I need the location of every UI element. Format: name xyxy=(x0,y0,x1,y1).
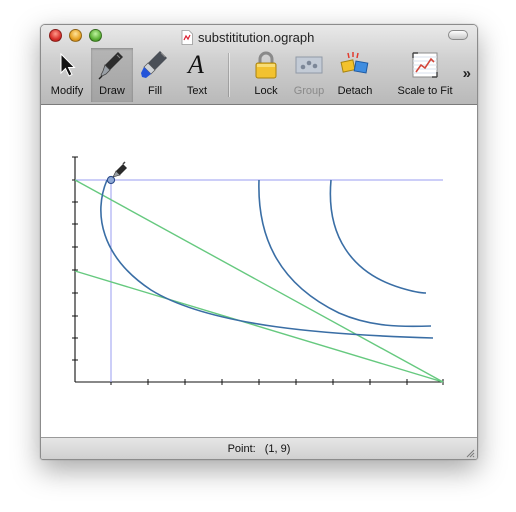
toolbar-toggle-button[interactable] xyxy=(448,30,468,40)
group-button[interactable]: Group xyxy=(289,48,329,102)
modify-tool-button[interactable]: Modify xyxy=(47,48,87,102)
status-label: Point: xyxy=(227,443,256,455)
indifference-curve-1[interactable] xyxy=(100,179,434,339)
scale-to-fit-label: Scale to Fit xyxy=(397,85,453,97)
app-window: substititution.ograph Modify Draw Fill A… xyxy=(40,24,478,460)
toolbar-overflow-button[interactable]: » xyxy=(463,65,471,82)
toolbar-separator xyxy=(228,53,229,97)
group-label: Group xyxy=(293,85,325,97)
lock-button[interactable]: Lock xyxy=(246,48,286,102)
arrow-pointer-icon xyxy=(50,48,84,82)
detach-button[interactable]: Detach xyxy=(333,48,377,102)
status-bar: Point: (1, 9) xyxy=(41,437,477,459)
title-bar[interactable]: substititution.ograph Modify Draw Fill A… xyxy=(41,25,477,105)
text-tool-button[interactable]: A Text xyxy=(177,48,217,102)
svg-text:A: A xyxy=(186,50,204,79)
modify-tool-label: Modify xyxy=(50,85,84,97)
fountain-pen-icon xyxy=(95,48,129,82)
window-title: substititution.ograph xyxy=(198,29,315,45)
lock-label: Lock xyxy=(254,85,278,97)
budget-line-flat[interactable] xyxy=(74,270,444,383)
window-title-area: substititution.ograph xyxy=(181,28,314,46)
scale-to-fit-button[interactable]: Scale to Fit xyxy=(393,48,457,102)
group-icon xyxy=(292,48,326,82)
status-point-value: (1, 9) xyxy=(264,443,291,455)
draw-tool-button[interactable]: Draw xyxy=(91,48,133,102)
draw-tool-label: Draw xyxy=(99,85,125,97)
close-button[interactable] xyxy=(49,29,62,42)
pen-cursor-icon xyxy=(112,161,127,178)
status-readout: Point: (1, 9) xyxy=(228,443,291,455)
text-a-icon: A xyxy=(180,48,214,82)
indifference-curve-3[interactable] xyxy=(329,179,427,294)
indifference-curve-2[interactable] xyxy=(258,179,432,328)
zoom-button[interactable] xyxy=(89,29,102,42)
selected-point-handle[interactable] xyxy=(106,175,116,185)
text-tool-label: Text xyxy=(186,85,208,97)
minimize-button[interactable] xyxy=(69,29,82,42)
detach-label: Detach xyxy=(337,85,373,97)
fill-tool-label: Fill xyxy=(147,85,163,97)
padlock-icon xyxy=(249,48,283,82)
graph-drawing[interactable] xyxy=(41,105,477,437)
graph-canvas[interactable] xyxy=(41,105,477,437)
fill-tool-button[interactable]: Fill xyxy=(135,48,175,102)
budget-line-steep[interactable] xyxy=(74,179,444,383)
scale-to-fit-icon xyxy=(408,48,442,82)
document-icon xyxy=(181,29,193,45)
detach-icon xyxy=(338,48,372,82)
resize-grip-icon[interactable] xyxy=(465,448,475,458)
marker-icon xyxy=(138,48,172,82)
